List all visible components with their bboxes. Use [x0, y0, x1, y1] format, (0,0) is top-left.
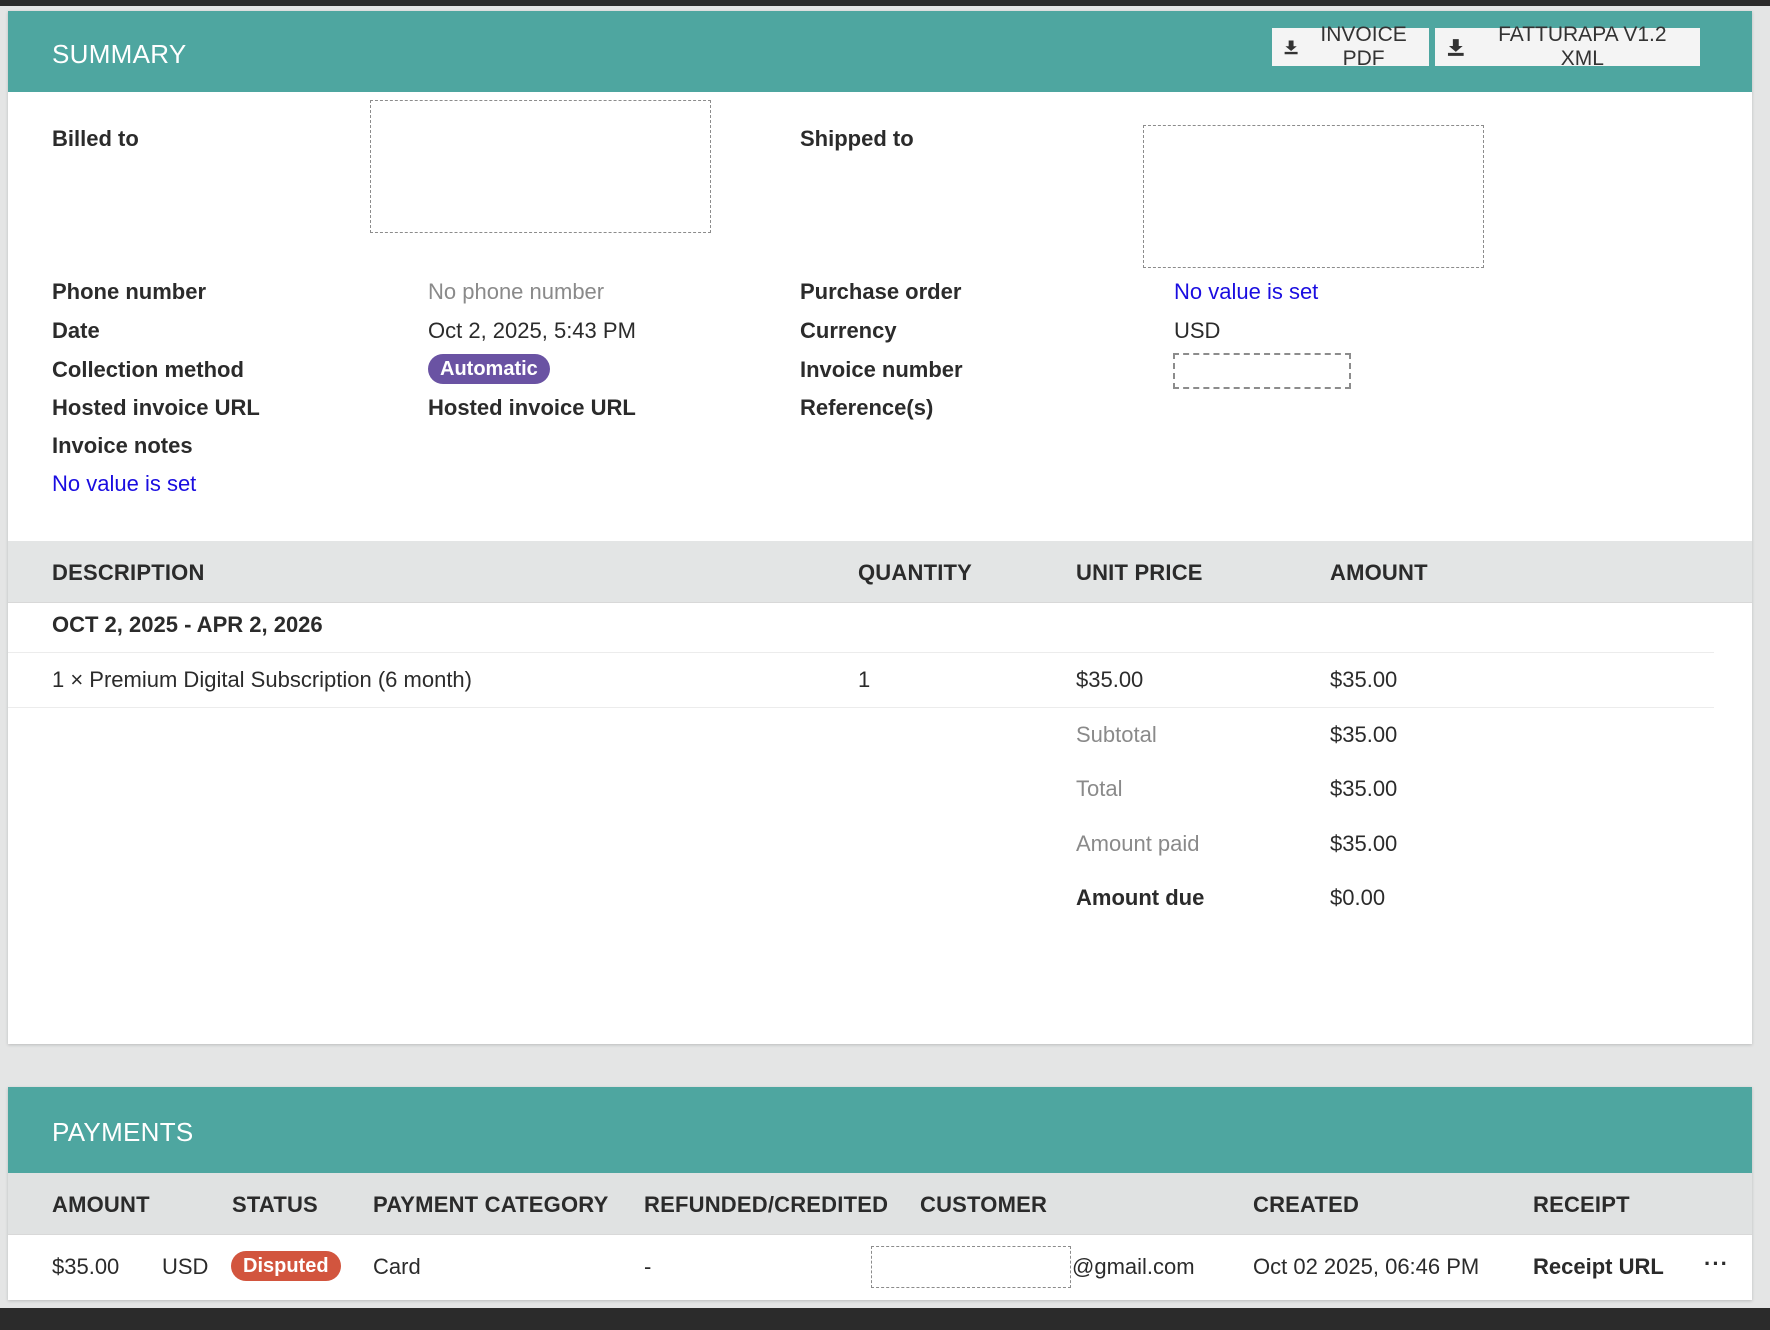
date-label: Date — [52, 318, 100, 343]
subtotal-label: Subtotal — [1076, 722, 1157, 747]
invoice-notes-label: Invoice notes — [52, 433, 193, 458]
billed-to-label: Billed to — [52, 126, 139, 151]
payment-amount: $35.00 — [52, 1254, 120, 1279]
col-status: STATUS — [232, 1192, 318, 1217]
payment-customer[interactable]: @gmail.com — [1072, 1254, 1195, 1280]
billed-to-redacted — [370, 100, 711, 233]
amount-due-label: Amount due — [1076, 885, 1205, 910]
fatturapa-xml-label: FATTURAPA V1.2 XML — [1498, 23, 1667, 70]
window-top-bar — [0, 0, 1770, 6]
more-horizontal-icon[interactable]: ··· — [1704, 1251, 1729, 1277]
customer-redacted — [871, 1246, 1071, 1288]
col-customer: CUSTOMER — [920, 1192, 1048, 1217]
summary-title: SUMMARY — [52, 39, 187, 69]
line-item-quantity: 1 — [858, 667, 871, 692]
shipped-to-redacted — [1143, 125, 1484, 268]
hosted-invoice-url-label: Hosted invoice URL — [52, 395, 260, 420]
currency-value: USD — [1174, 318, 1221, 343]
window-bottom-bar — [0, 1308, 1770, 1330]
billing-period: OCT 2, 2025 - APR 2, 2026 — [52, 612, 323, 637]
payments-header: PAYMENTS — [8, 1087, 1752, 1173]
invoice-pdf-button[interactable]: INVOICE PDF — [1272, 23, 1429, 70]
download-icon — [1284, 40, 1298, 55]
phone-label: Phone number — [52, 279, 207, 304]
col-unit-price: UNIT PRICE — [1076, 560, 1203, 585]
currency-label: Currency — [800, 318, 897, 343]
col-receipt: RECEIPT — [1533, 1192, 1630, 1217]
col-amount: AMOUNT — [1330, 560, 1428, 585]
line-items-header: DESCRIPTION QUANTITY UNIT PRICE AMOUNT — [8, 541, 1752, 603]
payments-card: PAYMENTS AMOUNT STATUS PAYMENT CATEGORY … — [8, 1087, 1752, 1300]
purchase-order-label: Purchase order — [800, 279, 962, 304]
amount-paid-value: $35.00 — [1330, 831, 1398, 856]
purchase-order-value[interactable]: No value is set — [1174, 279, 1318, 305]
collection-method-badge: Automatic — [428, 354, 550, 384]
payment-category: Card — [373, 1254, 421, 1279]
row-divider — [8, 707, 1714, 708]
phone-value: No phone number — [428, 279, 605, 304]
payments-table-header: AMOUNT STATUS PAYMENT CATEGORY REFUNDED/… — [8, 1173, 1752, 1235]
col-created: CREATED — [1253, 1192, 1360, 1217]
collection-method-label: Collection method — [52, 357, 244, 382]
payment-status-badge: Disputed — [231, 1251, 341, 1281]
receipt-url-link[interactable]: Receipt URL — [1533, 1254, 1664, 1280]
fatturapa-xml-button[interactable]: FATTURAPA V1.2 XML — [1435, 23, 1700, 70]
date-value: Oct 2, 2025, 5:43 PM — [428, 318, 636, 343]
subtotal-value: $35.00 — [1330, 722, 1398, 747]
hosted-invoice-url-link[interactable]: Hosted invoice URL — [428, 395, 636, 421]
amount-paid-label: Amount paid — [1076, 831, 1200, 856]
line-item-description: 1 × Premium Digital Subscription (6 mont… — [52, 667, 472, 692]
row-divider — [8, 652, 1714, 653]
payments-title: PAYMENTS — [52, 1117, 194, 1147]
col-payment-category: PAYMENT CATEGORY — [373, 1192, 609, 1217]
payment-created: Oct 02 2025, 06:46 PM — [1253, 1254, 1480, 1279]
line-item-amount: $35.00 — [1330, 667, 1398, 692]
invoice-pdf-label: INVOICE PDF — [1320, 23, 1407, 70]
col-refunded-credited: REFUNDED/CREDITED — [644, 1192, 889, 1217]
download-icon — [1447, 39, 1464, 56]
amount-due-value: $0.00 — [1330, 885, 1386, 910]
payment-refunded: - — [644, 1254, 652, 1279]
col-quantity: QUANTITY — [858, 560, 973, 585]
summary-header: SUMMARY INVOICE PDF FATTURAPA V1.2 XML — [8, 11, 1752, 92]
total-label: Total — [1076, 776, 1123, 801]
invoice-number-redacted — [1173, 353, 1351, 389]
shipped-to-label: Shipped to — [800, 126, 914, 151]
invoice-number-label: Invoice number — [800, 357, 963, 382]
line-item-unit-price: $35.00 — [1076, 667, 1144, 692]
total-value: $35.00 — [1330, 776, 1398, 801]
invoice-notes-value[interactable]: No value is set — [52, 471, 196, 497]
col-description: DESCRIPTION — [52, 560, 205, 585]
payment-currency: USD — [162, 1254, 209, 1279]
references-label: Reference(s) — [800, 395, 934, 420]
summary-card: SUMMARY INVOICE PDF FATTURAPA V1.2 XML B… — [8, 11, 1752, 1044]
col-payment-amount: AMOUNT — [52, 1192, 150, 1217]
